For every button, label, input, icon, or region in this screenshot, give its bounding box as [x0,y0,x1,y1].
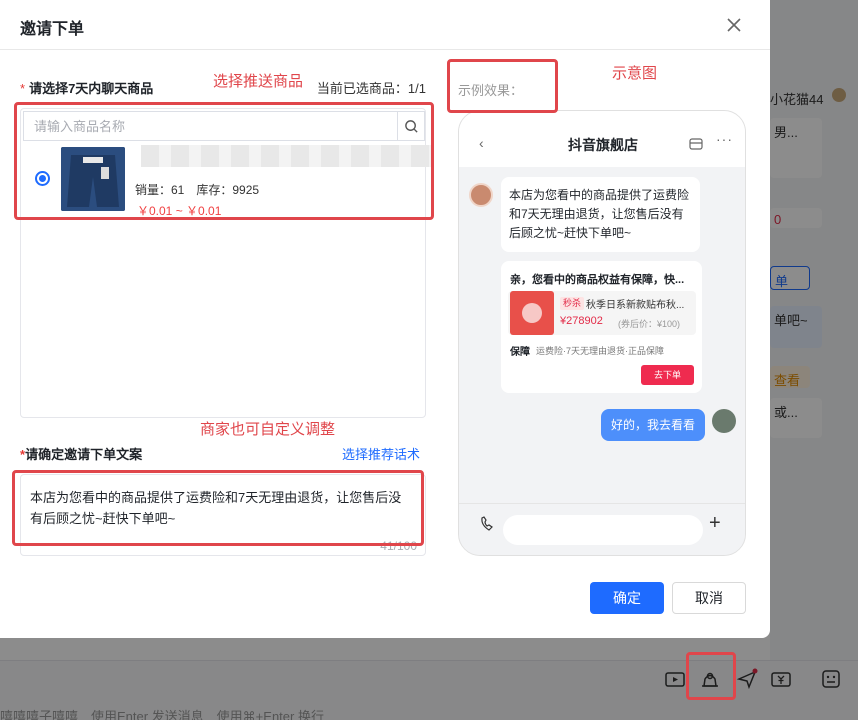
product-item[interactable]: 销量：61 库存：9925 ￥0.01 ~ ￥0.01 [23,143,431,218]
example-label: 示例效果： [458,83,524,98]
chat-preview-order-button[interactable]: 单 [770,266,810,290]
chat-preview-message: 单吧~ [770,306,822,348]
item-name: 秋季日系新款贴布秋... [586,300,685,311]
flash-sale-tag: 秒杀 [560,297,585,310]
user-avatar [712,409,736,433]
char-count: 41/100 [380,539,417,553]
phone-call-icon [479,516,495,532]
modal-title: 邀请下单 [20,21,85,38]
invite-order-icon[interactable] [699,668,721,690]
message-textarea[interactable]: 本店为您看中的商品提供了运费险和7天无理由退货，让您售后没有后顾之忧~赶快下单吧… [20,474,426,556]
user-avatar-small [832,88,846,102]
chat-preview-count: 0 [770,208,822,228]
emoji-icon[interactable] [820,668,842,690]
phone-input-bar: + [459,503,745,555]
store-avatar [469,183,493,207]
go-order-button: 去下单 [641,365,694,385]
order-card-title: 亲，您看中的商品权益有保障，快... [510,274,685,286]
more-icon: ··· [716,131,733,147]
guarantee-text: 运费险·7天无理由退货·正品保障 [536,346,665,356]
chat-preview-card-2: 或... [770,398,822,438]
product-list-panel: 销量：61 库存：9925 ￥0.01 ~ ￥0.01 [20,108,431,418]
order-card-item: 秒杀 秋季日系新款贴布秋... ¥278902 (券后价：¥100) [508,291,696,335]
item-price: ¥278902 [560,315,603,327]
item-after-coupon: (券后价：¥100) [618,319,681,329]
item-image [510,291,554,335]
coupon-icon[interactable] [770,668,792,690]
shop-icon [689,137,703,150]
cancel-button[interactable]: 取消 [672,582,746,614]
input-hint: 嘻嘻嘻子嘻嘻 使用Enter 发送消息 使用⌘+Enter 换行 [0,709,324,720]
store-message-bubble: 本店为您看中的商品提供了运费险和7天无理由退货，让您售后没有后顾之忧~赶快下单吧… [501,177,700,252]
chat-preview-view-button[interactable]: 查看 [770,366,810,388]
message-label: 请确定邀请下单文案 [25,447,143,462]
close-icon[interactable] [724,15,744,35]
video-icon[interactable] [664,668,686,690]
chat-list-panel: 小花猫44 男... 0 单 单吧~ 查看 或... [770,0,858,660]
order-card: 亲，您看中的商品权益有保障，快... 秒杀 秋季日系新款贴布秋... ¥2789… [501,261,702,393]
message-section-label: *请确定邀请下单文案 [20,444,142,463]
message-text[interactable]: 本店为您看中的商品提供了运费险和7天无理由退货，让您售后没有后顾之忧~赶快下单吧… [30,487,412,529]
product-radio[interactable] [35,171,50,186]
product-thumbnail [61,147,125,211]
chat-username: 小花猫44 [770,92,824,107]
send-icon[interactable] [736,668,758,690]
guarantee-tag: 保障 [510,347,530,358]
invite-order-modal: 邀请下单 *请选择7天内聊天商品 当前已选商品：1/1 销量：61 库存：992… [0,0,770,638]
confirm-button[interactable]: 确定 [590,582,664,614]
product-search-input[interactable] [24,112,397,140]
user-reply-bubble: 好的，我去看看 [601,409,705,441]
search-icon[interactable] [397,111,425,141]
required-mark: * [20,81,26,96]
phone-header: ‹ 抖音旗舰店 ··· [459,111,745,167]
annotation-select-product: 选择推送商品 [213,73,304,90]
product-label: 请选择7天内聊天商品 [29,81,154,96]
product-stats: 销量：61 库存：9925 [135,183,260,197]
modal-header: 邀请下单 [0,0,770,50]
phone-preview: ‹ 抖音旗舰店 ··· 本店为您看中的商品提供了运费险和7天无理由退货，让您售后… [458,110,746,556]
recommend-script-link[interactable]: 选择推荐话术 [342,444,420,463]
chat-preview-card: 男... [770,118,822,178]
annotation-schematic: 示意图 [612,65,658,82]
product-price: ￥0.01 ~ ￥0.01 [137,204,222,218]
selected-count: 当前已选商品：1/1 [316,81,426,96]
annotation-customize: 商家也可自定义调整 [200,421,336,438]
phone-text-input [503,515,703,545]
search-box[interactable] [23,111,397,141]
plus-icon: + [709,512,721,534]
product-name-blurred [141,145,431,167]
